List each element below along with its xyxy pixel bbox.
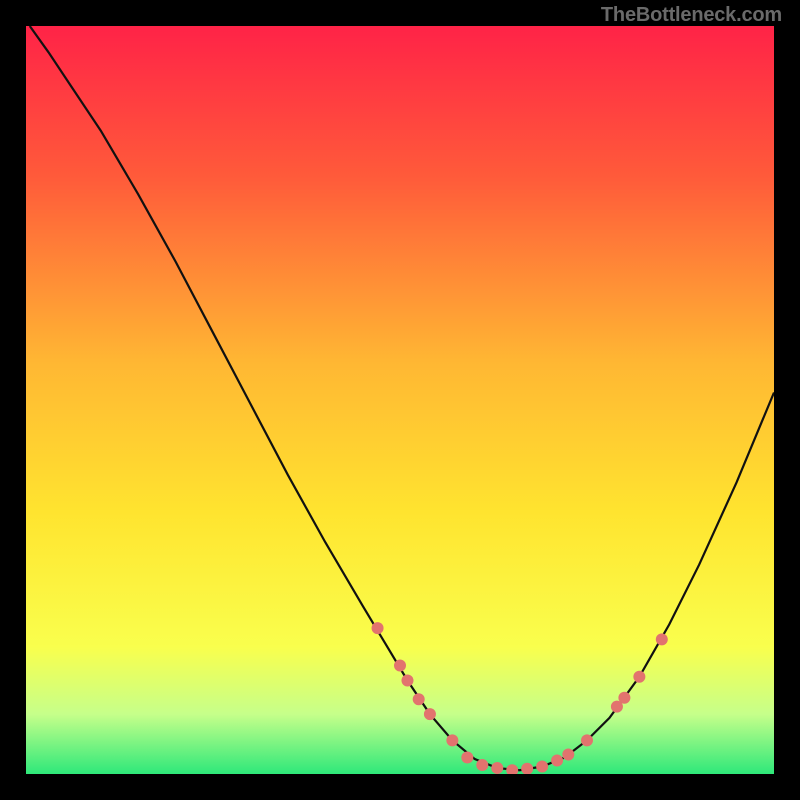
chart-svg	[26, 26, 774, 774]
data-point	[424, 708, 436, 720]
data-point	[562, 749, 574, 761]
data-point	[656, 633, 668, 645]
data-point	[491, 762, 503, 774]
watermark-text: TheBottleneck.com	[601, 4, 782, 27]
data-point	[551, 755, 563, 767]
chart-container: TheBottleneck.com	[0, 0, 800, 800]
data-point	[401, 675, 413, 687]
data-point	[461, 752, 473, 764]
data-point	[581, 734, 593, 746]
plot-area	[26, 26, 774, 774]
data-point	[633, 671, 645, 683]
data-point	[413, 693, 425, 705]
data-point	[446, 734, 458, 746]
data-point	[536, 761, 548, 773]
data-point	[618, 692, 630, 704]
data-point	[476, 759, 488, 771]
data-point	[372, 622, 384, 634]
data-point	[394, 660, 406, 672]
